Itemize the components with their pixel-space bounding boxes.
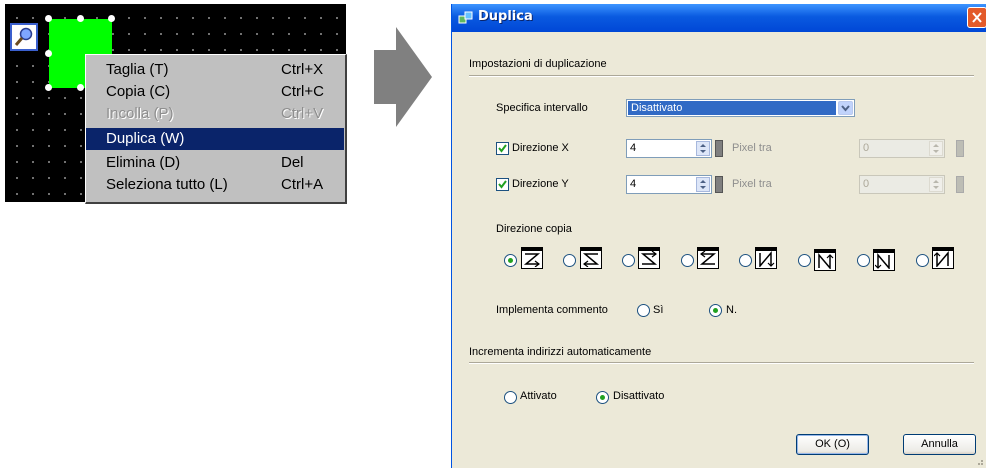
dropdown-button[interactable] [838,101,853,115]
specifica-intervallo-label: Specifica intervallo [496,102,588,114]
close-icon [972,12,982,23]
direzione-x-label: Direzione X [512,142,569,154]
menu-item-shortcut: Ctrl+A [281,176,324,193]
copy-direction-radio-8[interactable] [916,254,929,267]
menu-item-label: Duplica (W) [106,130,185,147]
spin-arrows-icon [700,180,706,189]
direction-left-down-icon [580,247,602,269]
menu-item-label: Elimina (D) [106,154,181,171]
checkmark-icon [498,144,507,153]
pixel-tra-y-input: 0 [859,175,945,194]
spin-buttons [929,141,943,156]
menu-item-delete[interactable]: Elimina (D) Del [86,152,344,174]
copy-direction-radio-3[interactable] [622,254,635,267]
incrementa-disattivato-label: Disattivato [613,390,665,402]
spin-arrows-icon [700,144,706,153]
direction-up-left-icon [932,247,954,269]
resize-grip-icon[interactable] [974,456,984,466]
menu-item-shortcut: Ctrl+V [281,105,324,122]
magnifier-tool-icon[interactable] [10,23,38,51]
dialog-titlebar[interactable]: Duplica [452,4,987,32]
input-value: 4 [630,142,637,154]
select-value: Disattivato [628,101,836,115]
arrow-right-icon [374,27,432,127]
menu-item-label: Seleziona tutto (L) [106,176,228,193]
close-button[interactable] [967,7,987,28]
keypad-icon [956,140,964,157]
spin-buttons[interactable] [696,177,710,192]
copy-direction-radio-2[interactable] [563,254,576,267]
resize-handle[interactable] [108,15,115,22]
incrementa-disattivato-radio[interactable] [596,391,609,404]
group-title-duplication: Impostazioni di duplicazione [469,58,607,70]
copy-direction-radio-1[interactable] [504,254,517,267]
menu-item-shortcut: Ctrl+X [281,61,324,78]
duplicate-app-icon [458,11,473,24]
input-value: 0 [863,178,870,190]
pixel-tra-label: Pixel tra [732,178,772,190]
commento-si-radio[interactable] [637,304,650,317]
pixel-tra-x-input: 0 [859,139,945,158]
incrementa-attivato-label: Attivato [520,390,557,402]
menu-item-label: Copia (C) [106,83,171,100]
duplicate-dialog: Duplica Impostazioni di duplicazione Spe… [451,4,987,468]
direzione-y-checkbox[interactable] [496,178,509,191]
input-value: 4 [630,178,637,190]
direction-up-right-icon [814,249,836,271]
checkmark-icon [498,180,507,189]
group-divider [469,75,974,77]
menu-item-cut[interactable]: Taglia (T) Ctrl+X [86,59,344,81]
menu-item-shortcut: Ctrl+C [281,83,324,100]
menu-item-label: Incolla (P) [106,105,174,122]
menu-item-paste: Incolla (P) Ctrl+V [86,103,344,125]
direction-left-up-icon [697,247,719,269]
menu-item-copy[interactable]: Copia (C) Ctrl+C [86,81,344,103]
resize-handle[interactable] [45,15,52,22]
pixel-tra-label: Pixel tra [732,142,772,154]
spin-arrows-icon [933,144,939,153]
resize-handle[interactable] [45,84,52,91]
keypad-icon [956,176,964,193]
specifica-intervallo-select[interactable]: Disattivato [626,99,855,117]
copy-direction-radio-4[interactable] [681,254,694,267]
keypad-icon[interactable] [715,140,723,157]
spin-buttons [929,177,943,192]
direzione-y-input[interactable]: 4 [626,175,712,194]
group-divider [469,362,974,364]
direction-right-up-icon [638,247,660,269]
copy-direction-radio-5[interactable] [739,254,752,267]
menu-item-shortcut: Del [281,154,304,171]
commento-no-radio[interactable] [709,304,722,317]
implementa-commento-label: Implementa commento [496,304,608,316]
cancel-button[interactable]: Annulla [903,434,976,455]
direzione-x-input[interactable]: 4 [626,139,712,158]
screen-editor-canvas[interactable]: Taglia (T) Ctrl+X Copia (C) Ctrl+C Incol… [5,4,347,204]
keypad-icon[interactable] [715,176,723,193]
menu-item-select-all[interactable]: Seleziona tutto (L) Ctrl+A [86,174,344,196]
dialog-title: Duplica [478,9,533,24]
direction-right-down-icon [521,247,543,269]
direzione-y-label: Direzione Y [512,178,569,190]
input-value: 0 [863,142,870,154]
spin-buttons[interactable] [696,141,710,156]
direction-down-right-icon [755,247,777,269]
group-title-incrementa: Incrementa indirizzi automaticamente [469,346,652,358]
ok-button[interactable]: OK (O) [796,434,869,455]
resize-handle[interactable] [45,50,52,57]
direzione-copia-label: Direzione copia [496,223,572,235]
direzione-x-checkbox[interactable] [496,142,509,155]
direction-down-left-icon [873,249,895,271]
menu-item-duplicate[interactable]: Duplica (W) [86,128,344,150]
spin-arrows-icon [933,180,939,189]
incrementa-attivato-radio[interactable] [504,391,517,404]
resize-handle[interactable] [77,84,84,91]
copy-direction-radio-7[interactable] [857,254,870,267]
context-menu: Taglia (T) Ctrl+X Copia (C) Ctrl+C Incol… [85,54,347,204]
resize-handle[interactable] [77,15,84,22]
commento-no-label: N. [726,304,737,316]
commento-si-label: Sì [653,304,664,316]
menu-item-label: Taglia (T) [106,61,169,78]
copy-direction-radio-6[interactable] [798,254,811,267]
chevron-down-icon [841,105,850,112]
